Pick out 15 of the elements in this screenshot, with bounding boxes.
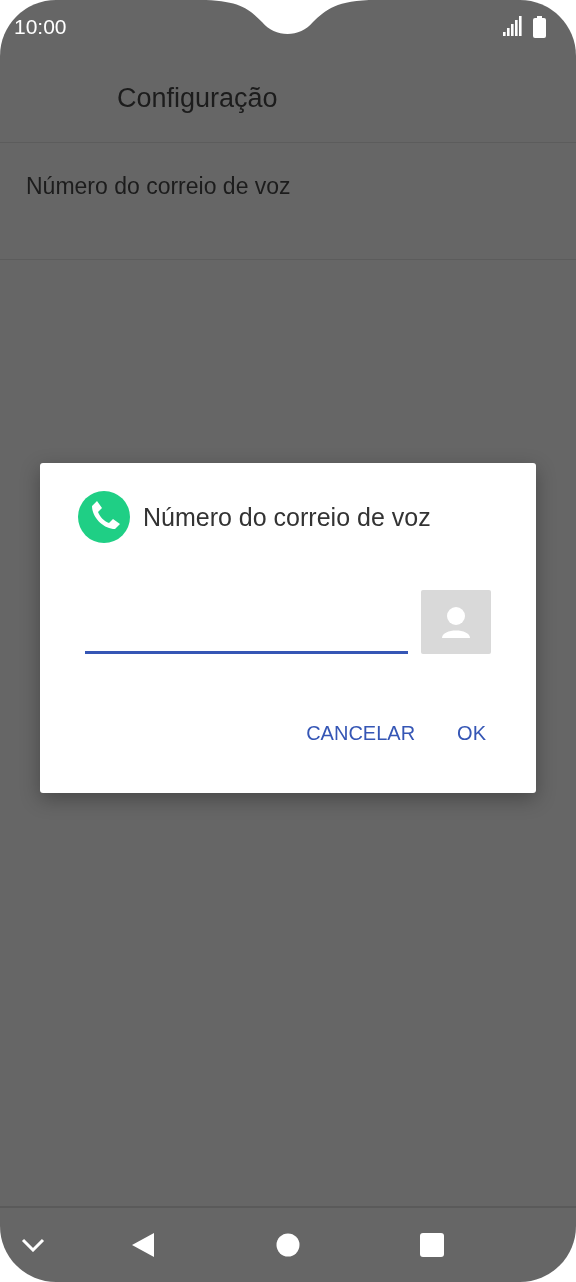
- status-time: 10:00: [14, 15, 67, 39]
- home-button[interactable]: [275, 1232, 301, 1258]
- dialog-title: Número do correio de voz: [143, 502, 431, 532]
- back-icon: [131, 1232, 155, 1258]
- recents-icon: [420, 1233, 444, 1257]
- battery-icon: [533, 16, 546, 38]
- signal-icon: [501, 16, 523, 38]
- back-button[interactable]: [130, 1232, 156, 1258]
- recents-button[interactable]: [419, 1232, 445, 1258]
- dialog-button[interactable]: OK: [449, 716, 494, 751]
- chevron-down-icon: [21, 1238, 45, 1252]
- phone-icon: [78, 491, 130, 543]
- home-icon: [276, 1233, 300, 1257]
- screen-title: Configuração: [117, 82, 278, 114]
- dialog-button[interactable]: CANCELAR: [298, 716, 424, 751]
